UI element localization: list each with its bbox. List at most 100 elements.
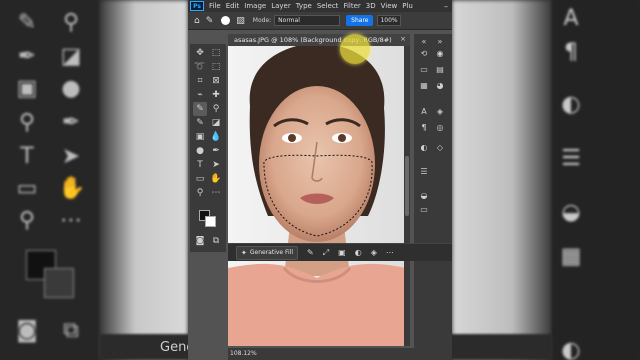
zoom-tool-icon[interactable]: ⚲ <box>193 186 207 200</box>
libraries-icon[interactable]: ▤ <box>434 64 446 76</box>
menu-bar: Ps File Edit Image Layer Type Select Fil… <box>188 0 452 12</box>
close-tab-button[interactable]: × <box>400 35 406 43</box>
menu-edit[interactable]: Edit <box>226 2 240 10</box>
background-photo-right <box>452 0 552 360</box>
menu-image[interactable]: Image <box>244 2 266 10</box>
select-arrow-icon: ➤ <box>61 144 81 169</box>
styles-icon[interactable]: ◒ <box>418 190 430 202</box>
screen-mode-icon[interactable]: ⧉ <box>209 234 223 248</box>
healing-icon: ✒ <box>17 44 37 69</box>
hand-icon: ✋ <box>58 176 86 201</box>
object-select-tool-icon[interactable]: ⬚ <box>209 60 223 74</box>
healing-tool-icon[interactable]: ✚ <box>209 88 223 102</box>
brush-settings-icon[interactable]: ▨ <box>236 16 245 26</box>
eraser-tool-icon[interactable]: ◪ <box>209 116 223 130</box>
menu-view[interactable]: View <box>381 2 398 10</box>
background-photo-left <box>100 0 188 360</box>
rectangle-icon: ▭ <box>16 176 38 201</box>
hand-tool-icon[interactable]: ✋ <box>209 172 223 186</box>
layers-icon[interactable]: ◈ <box>434 106 446 118</box>
scrollbar-thumb[interactable] <box>405 156 409 216</box>
type-tool-icon[interactable]: T <box>193 158 207 172</box>
transform-icon[interactable]: ⤢ <box>323 248 329 258</box>
background-panel-right: A ¶ ◐ ☰ ◒ ▦ ◐ <box>552 0 640 360</box>
dodge-tool-icon[interactable]: ● <box>193 144 207 158</box>
menu-filter[interactable]: Filter <box>343 2 360 10</box>
document-tab[interactable]: asasas.JPG @ 108% (Background copy, RGB/… <box>228 34 410 46</box>
type-icon: T <box>20 144 34 169</box>
tools-panel: ✥ ⬚ ➰ ⬚ ⌗ ⊠ ⌁ ✚ ✎ ⚲ ✎ ◪ ▣ 💧 ● ✒ T ➤ ▭ ✋ … <box>190 44 226 252</box>
brush-preset-picker[interactable] <box>221 16 231 25</box>
more-tools-icon[interactable]: ⋯ <box>209 186 223 200</box>
adjustments-icon[interactable]: ☰ <box>418 166 430 178</box>
character-icon[interactable]: A <box>418 106 430 118</box>
channels-icon[interactable]: ◎ <box>434 122 446 134</box>
history-brush-tool-icon[interactable]: ✎ <box>193 116 207 130</box>
generative-fill-icon: ✦ <box>241 248 247 257</box>
pen-icon: ✒ <box>61 110 81 135</box>
path-select-tool-icon[interactable]: ➤ <box>209 158 223 172</box>
mask-icon[interactable]: ▣ <box>338 248 346 257</box>
paragraph-icon[interactable]: ¶ <box>418 122 430 134</box>
brush-icon: ✎ <box>17 10 37 35</box>
blur-tool-icon[interactable]: 💧 <box>209 130 223 144</box>
crop-tool-icon[interactable]: ⌗ <box>193 74 207 88</box>
photoshop-logo: Ps <box>190 1 204 11</box>
photoshop-window: Ps File Edit Image Layer Type Select Fil… <box>188 0 452 360</box>
swatches-icon[interactable]: ▦ <box>418 80 430 92</box>
canvas-area[interactable] <box>228 46 406 346</box>
invert-icon[interactable]: ◐ <box>355 248 362 257</box>
adjustments-icon: ☰ <box>561 146 581 171</box>
menu-plugins[interactable]: Plu <box>402 2 413 10</box>
generative-fill-button[interactable]: ✦ Generative Fill <box>236 245 299 260</box>
quick-mask-icon: ◙ <box>16 318 38 343</box>
rectangle-tool-icon[interactable]: ▭ <box>193 172 207 186</box>
brush-icon[interactable]: ✎ <box>307 248 314 257</box>
marquee-tool-icon[interactable]: ⬚ <box>209 46 223 60</box>
more-icon[interactable]: ⋯ <box>386 248 394 257</box>
gradient-icon: ▣ <box>16 76 38 101</box>
properties-icon[interactable]: ◉ <box>434 48 446 60</box>
brush-tool-icon[interactable]: ✎ <box>206 16 214 26</box>
menu-type[interactable]: Type <box>296 2 312 10</box>
menu-file[interactable]: File <box>209 2 221 10</box>
brush-tool-icon[interactable]: ✎ <box>193 102 207 116</box>
channels-icon: ◐ <box>561 338 581 360</box>
comments-icon[interactable]: ▭ <box>418 64 430 76</box>
clone-stamp-tool-icon[interactable]: ⚲ <box>209 102 223 116</box>
minimize-button[interactable]: – <box>444 2 448 11</box>
mode-select[interactable]: Normal <box>274 15 341 26</box>
vertical-scrollbar[interactable] <box>404 46 410 346</box>
character-icon: A <box>563 6 579 31</box>
menu-layer[interactable]: Layer <box>271 2 291 10</box>
paths-icon[interactable]: ◇ <box>434 142 446 154</box>
gradient-tool-icon[interactable]: ▣ <box>193 130 207 144</box>
background-bg-swatch <box>44 268 74 298</box>
pen-tool-icon[interactable]: ✒ <box>209 144 223 158</box>
quick-mask-icon[interactable]: ◙ <box>193 234 207 248</box>
color-icon[interactable]: ◕ <box>434 80 446 92</box>
home-icon[interactable]: ⌂ <box>194 16 200 26</box>
history-icon[interactable]: ⟲ <box>418 48 430 60</box>
panel-menu-icon[interactable]: » <box>434 36 446 48</box>
zoom-select[interactable]: 100% <box>377 15 401 26</box>
background-color-swatch[interactable] <box>205 216 216 227</box>
lasso-tool-icon[interactable]: ➰ <box>193 60 207 74</box>
collapse-icon[interactable]: « <box>418 36 430 48</box>
navigator-icon[interactable]: ▭ <box>418 204 430 216</box>
menu-select[interactable]: Select <box>317 2 339 10</box>
eraser-icon: ◪ <box>60 44 82 69</box>
move-tool-icon[interactable]: ✥ <box>193 46 207 60</box>
portrait-photo <box>228 46 406 346</box>
color-panel-icon[interactable]: ◐ <box>418 142 430 154</box>
document-canvas[interactable] <box>228 46 406 346</box>
screen-mode-icon: ⧉ <box>63 318 79 343</box>
menu-3d[interactable]: 3D <box>366 2 376 10</box>
eyedropper-tool-icon[interactable]: ⌁ <box>193 88 207 102</box>
frame-tool-icon[interactable]: ⊠ <box>209 74 223 88</box>
status-bar: 108.12% <box>228 348 452 360</box>
fill-icon[interactable]: ◈ <box>371 248 377 257</box>
zoom-readout: 108.12% <box>230 350 257 357</box>
options-bar: ⌂ ✎ ▨ Mode: Normal Share 100% <box>188 12 452 30</box>
share-button[interactable]: Share <box>346 15 374 26</box>
